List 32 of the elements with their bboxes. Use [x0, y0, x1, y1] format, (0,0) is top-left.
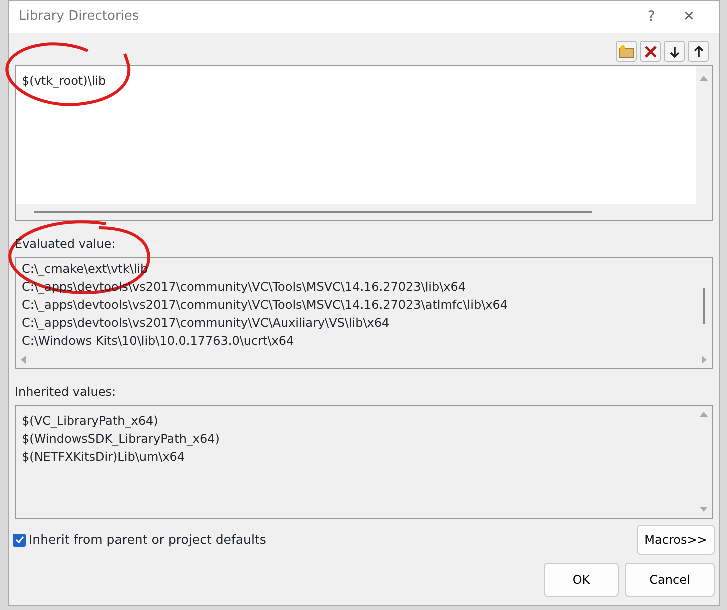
scrollbar-thumb[interactable] [703, 288, 705, 324]
directory-line: $(vtk_root)\lib [22, 73, 106, 90]
window-title: Library Directories [19, 8, 140, 26]
scroll-right-icon [700, 355, 708, 365]
up-arrow-icon [694, 46, 704, 58]
evaluated-path: C:\_apps\devtools\vs2017\community\VC\Tools\MSVC\14.16.27023\atlmfc\lib\x64 [22, 297, 508, 314]
delete-button[interactable] [640, 41, 661, 62]
new-line-button[interactable] [616, 41, 637, 62]
scroll-down-icon [699, 506, 709, 514]
folder-icon [618, 44, 634, 58]
down-arrow-icon [670, 46, 680, 58]
evaluated-label: Evaluated value: [14, 236, 117, 253]
directory-edit-box[interactable]: $(vtk_root)\lib [15, 65, 713, 221]
delete-icon [644, 44, 658, 58]
cancel-button[interactable]: Cancel [625, 563, 715, 597]
evaluated-path: C:\Windows Kits\10\lib\10.0.17763.0\ucrt\x64 [22, 333, 294, 350]
scrollbar-thumb[interactable] [34, 211, 592, 213]
inherit-checkbox[interactable] [13, 534, 26, 547]
move-up-button[interactable] [688, 41, 709, 62]
inherited-label: Inherited values: [14, 384, 117, 401]
scroll-up-icon [699, 410, 709, 418]
macros-button[interactable]: Macros>> [637, 525, 715, 555]
inherited-path: $(WindowsSDK_LibraryPath_x64) [22, 431, 220, 448]
help-button[interactable]: ? [634, 6, 670, 28]
inherited-path: $(VC_LibraryPath_x64) [22, 413, 158, 430]
move-down-button[interactable] [664, 41, 685, 62]
close-button[interactable]: ✕ [669, 6, 709, 28]
ok-button[interactable]: OK [544, 563, 619, 597]
evaluated-path: C:\_apps\devtools\vs2017\community\VC\Auxiliary\VS\lib\x64 [22, 315, 390, 332]
inherited-path: $(NETFXKitsDir)Lib\um\x64 [22, 449, 186, 466]
inherit-label: Inherit from parent or project defaults [29, 531, 266, 549]
scroll-left-icon [20, 355, 28, 365]
